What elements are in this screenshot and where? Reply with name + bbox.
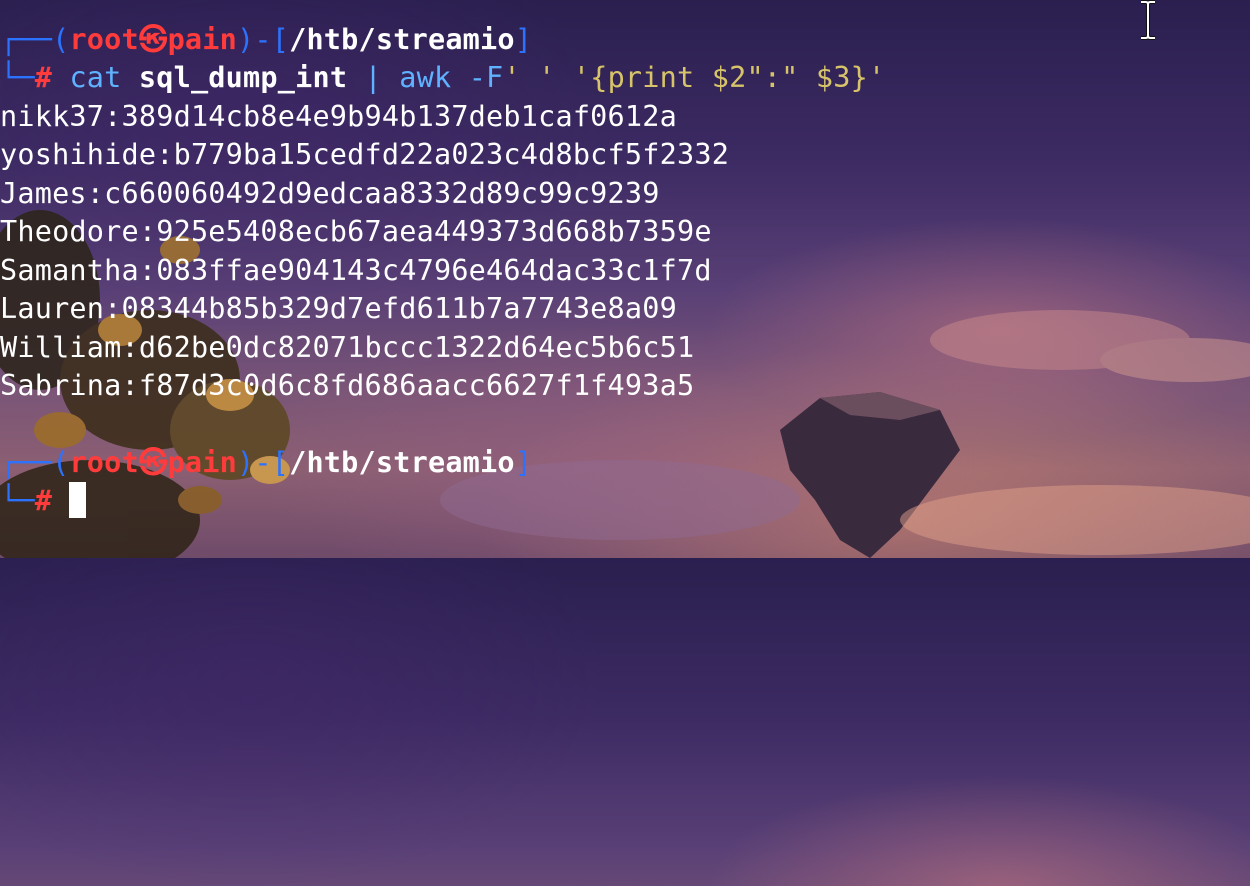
prompt-frame-open: ┌──( [0,23,70,56]
prompt-user: root [69,23,139,56]
command-argument: sql_dump_int [138,61,348,94]
output-line: Theodore:925e5408ecb67aea449373d668b7359… [0,215,712,248]
prompt-frame-mid: )-[ [237,446,290,479]
command-program-close: }' [850,61,886,94]
prompt-frame-corner: └─ [0,61,35,94]
command-line[interactable]: └─# cat sql_dump_int | awk -F' ' '{print… [0,59,885,97]
prompt-path: /htb/streamio [289,23,515,56]
i-beam-cursor-icon [1141,0,1155,40]
command-separator: ' ' [503,61,556,94]
prompt-hash: # [34,61,53,94]
output-line: Sabrina:f87d3c0d6c8fd686aacc6627f1f493a5 [0,369,695,402]
command-awk: awk [399,61,452,94]
command-pipe: | [364,61,382,94]
prompt-frame-close: ] [514,446,533,479]
command-field2: $2 [711,61,747,94]
output-line: Samantha:083ffae904143c4796e464dac33c1f7… [0,254,712,287]
output-line: yoshihide:b779ba15cedfd22a023c4d8bcf5f23… [0,138,730,171]
output-line: nikk37:389d14cb8e4e9b94b137deb1caf0612a [0,100,677,133]
prompt-at-symbol: ㉿ [138,23,168,56]
prompt-user: root [69,446,139,479]
prompt-frame-corner: └─ [0,484,35,517]
terminal-window[interactable]: ┌──(root㉿pain)-[/htb/streamio] └─# cat s… [0,0,1250,558]
command-program-open: '{ [572,61,608,94]
output-line: William:d62be0dc82071bccc1322d64ec5b6c51 [0,331,695,364]
prompt-header-1: ┌──(root㉿pain)-[/htb/streamio] [0,21,532,59]
prompt-host: pain [167,23,238,56]
prompt-hash: # [34,484,53,517]
prompt-at-symbol: ㉿ [138,446,168,479]
input-line[interactable]: └─# [0,482,87,520]
command-name: cat [69,61,122,94]
output-line: James:c660060492d9edcaa8332d89c99c9239 [0,177,660,210]
prompt-frame-close: ] [514,23,533,56]
prompt-host: pain [167,446,238,479]
prompt-path: /htb/streamio [289,446,515,479]
block-cursor[interactable] [69,482,87,518]
command-flag: -F [468,61,504,94]
command-field3: $3 [815,61,851,94]
command-print: print [607,61,695,94]
prompt-frame-mid: )-[ [237,23,290,56]
prompt-header-2: ┌──(root㉿pain)-[/htb/streamio] [0,444,532,482]
command-colon: ":" [746,61,799,94]
output-line: Lauren:08344b85b329d7efd611b7a7743e8a09 [0,292,677,325]
prompt-frame-open: ┌──( [0,446,70,479]
